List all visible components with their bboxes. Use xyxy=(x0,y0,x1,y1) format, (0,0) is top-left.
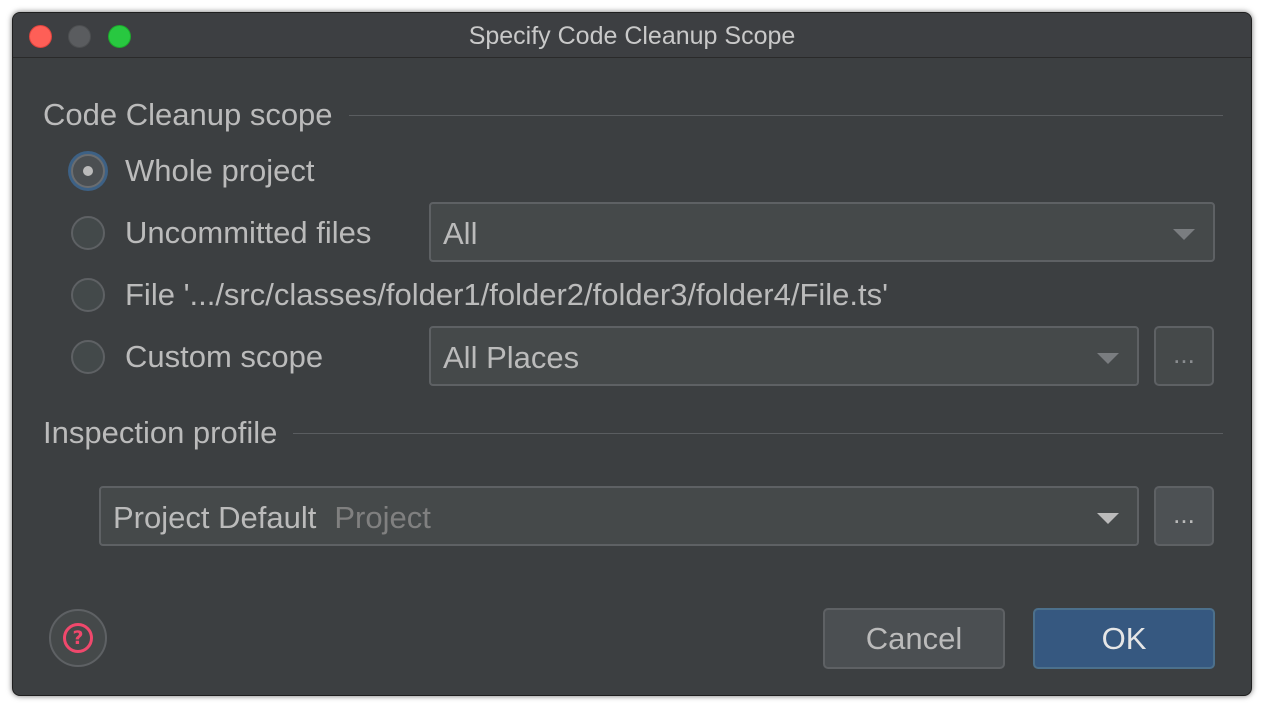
custom-scope-select[interactable]: All Places xyxy=(429,326,1139,386)
help-button[interactable]: ? xyxy=(49,609,107,667)
inspection-profile-browse-button[interactable]: ... xyxy=(1154,486,1214,546)
radio-uncommitted-files[interactable]: Uncommitted files xyxy=(71,211,371,255)
cancel-button[interactable]: Cancel xyxy=(823,608,1005,669)
custom-scope-select-value: All Places xyxy=(443,340,580,375)
inspection-profile-select-value: Project Default Project xyxy=(113,500,431,536)
radio-custom-scope[interactable]: Custom scope xyxy=(71,335,323,379)
radio-label-file: File '.../src/classes/folder1/folder2/fo… xyxy=(125,277,889,312)
radio-button[interactable] xyxy=(71,340,105,374)
radio-file[interactable]: File '.../src/classes/folder1/folder2/fo… xyxy=(71,273,888,317)
radio-label-custom-scope: Custom scope xyxy=(125,339,324,374)
chevron-down-icon xyxy=(1173,229,1195,240)
ok-button[interactable]: OK xyxy=(1033,608,1215,669)
custom-scope-browse-button[interactable]: ... xyxy=(1154,326,1214,386)
radio-label-uncommitted-files: Uncommitted files xyxy=(125,215,372,250)
radio-whole-project[interactable]: Whole project xyxy=(71,149,315,193)
inspection-profile-select[interactable]: Project Default Project xyxy=(99,486,1139,546)
profile-scope: Project xyxy=(334,500,431,535)
title-bar: Specify Code Cleanup Scope xyxy=(13,13,1251,58)
dialog-window: Specify Code Cleanup Scope Code Cleanup … xyxy=(12,12,1252,696)
radio-button-checked[interactable] xyxy=(71,154,105,188)
radio-button[interactable] xyxy=(71,216,105,250)
scope-section-title: Code Cleanup scope xyxy=(43,97,349,133)
dialog-title: Specify Code Cleanup Scope xyxy=(468,22,796,50)
profile-section-title: Inspection profile xyxy=(43,415,294,451)
radio-button[interactable] xyxy=(71,278,105,312)
uncommitted-files-select-value: All xyxy=(443,216,478,251)
profile-name: Project Default xyxy=(113,500,317,535)
question-circle-icon: ? xyxy=(63,623,93,653)
chevron-down-icon xyxy=(1097,513,1119,524)
uncommitted-files-select[interactable]: All xyxy=(429,202,1215,262)
radio-label-whole-project: Whole project xyxy=(125,153,315,188)
chevron-down-icon xyxy=(1097,353,1119,364)
